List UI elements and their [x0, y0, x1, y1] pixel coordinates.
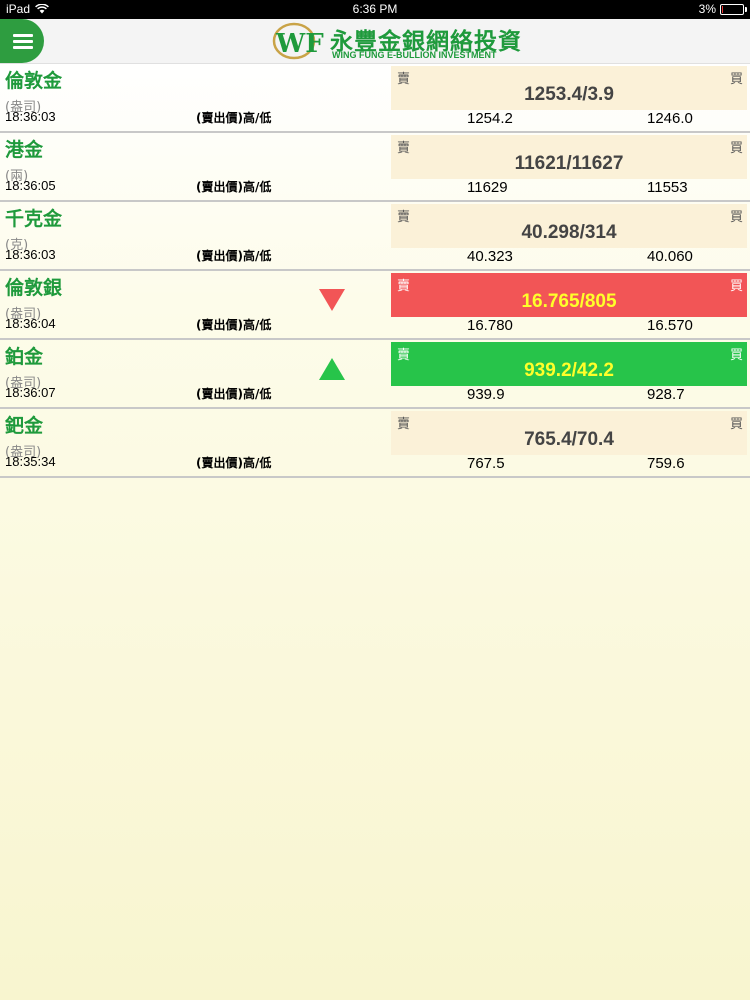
low-price: 16.570 [647, 317, 693, 334]
high-price: 1254.2 [467, 110, 513, 127]
quote-time: 18:36:04 [5, 316, 56, 331]
hamburger-icon-line [13, 46, 33, 49]
clock: 6:36 PM [352, 2, 398, 16]
high-low-label: (賣出價)高/低 [196, 111, 272, 125]
price-box[interactable]: 賣買 1253.4/3.9 [391, 66, 747, 110]
status-bar: iPad 6:36 PM 3% [0, 0, 750, 19]
quote-list: 倫敦金 (盎司) 18:36:03 (賣出價)高/低賣買 1253.4/3.9 1254.… [0, 64, 750, 478]
logo-mark-icon: WF [272, 22, 324, 60]
battery-icon [720, 3, 747, 15]
high-low-label: (賣出價)高/低 [196, 456, 272, 470]
price-box[interactable]: 賣買 16.765/805 [391, 273, 747, 317]
logo-english-text: WING FUNG E-BULLION INVESTMENT [332, 50, 497, 60]
brand-logo: WF 永豐金銀網絡投資 WING FUNG E-BULLION INVESTME… [272, 21, 522, 61]
high-price: 11629 [467, 179, 508, 196]
quote-row[interactable]: 倫敦金 (盎司) 18:36:03 (賣出價)高/低賣買 1253.4/3.9 1254.… [0, 64, 750, 133]
high-price: 40.323 [467, 248, 513, 265]
low-price: 1246.0 [647, 110, 693, 127]
bid-ask-price: 939.2/42.2 [524, 360, 614, 381]
menu-button[interactable] [0, 19, 44, 63]
price-box[interactable]: 賣買 40.298/314 [391, 204, 747, 248]
instrument-name: 倫敦銀 [5, 277, 63, 299]
low-price: 928.7 [647, 386, 685, 403]
instrument-name: 鈀金 [5, 415, 44, 437]
bid-ask-price: 16.765/805 [521, 291, 617, 312]
quote-row[interactable]: 千克金 (克) 18:36:03 (賣出價)高/低賣買 40.298/314 40.323… [0, 202, 750, 271]
quote-row[interactable]: 鉑金 (盎司) 18:36:07 (賣出價)高/低賣買 939.2/42.2 939.9 9… [0, 340, 750, 409]
low-price: 11553 [647, 179, 688, 196]
high-low-label: (賣出價)高/低 [196, 387, 272, 401]
high-low-label: (賣出價)高/低 [196, 180, 272, 194]
instrument-name: 倫敦金 [5, 70, 63, 92]
quote-time: 18:35:34 [5, 454, 56, 469]
price-box[interactable]: 賣買 11621/11627 [391, 135, 747, 179]
hamburger-icon [13, 34, 33, 37]
down-arrow-icon [319, 289, 345, 311]
up-arrow-icon [319, 358, 345, 380]
quote-time: 18:36:07 [5, 385, 56, 400]
low-price: 759.6 [647, 455, 685, 472]
price-box[interactable]: 賣買 765.4/70.4 [391, 411, 747, 455]
instrument-name: 鉑金 [5, 346, 44, 368]
svg-text:WF: WF [275, 29, 324, 59]
low-price: 40.060 [647, 248, 693, 265]
bid-ask-price: 765.4/70.4 [524, 429, 614, 450]
high-price: 767.5 [467, 455, 505, 472]
quote-row[interactable]: 鈀金 (盎司) 18:35:34 (賣出價)高/低賣買 765.4/70.4 767.5 7… [0, 409, 750, 478]
quote-time: 18:36:05 [5, 178, 56, 193]
bid-ask-price: 11621/11627 [514, 153, 624, 174]
quote-row[interactable]: 港金 (兩) 18:36:05 (賣出價)高/低賣買 11621/11627 11629 1… [0, 133, 750, 202]
high-low-label: (賣出價)高/低 [196, 318, 272, 332]
bid-ask-price: 40.298/314 [521, 222, 617, 243]
battery-percent: 3% [698, 2, 716, 16]
high-low-label: (賣出價)高/低 [196, 249, 272, 263]
bid-ask-price: 1253.4/3.9 [524, 84, 614, 105]
quote-row[interactable]: 倫敦銀 (盎司) 18:36:04 (賣出價)高/低賣買 16.765/805 16.78… [0, 271, 750, 340]
app-header: WF 永豐金銀網絡投資 WING FUNG E-BULLION INVESTME… [0, 19, 750, 64]
quote-time: 18:36:03 [5, 109, 56, 124]
quote-time: 18:36:03 [5, 247, 56, 262]
instrument-name: 千克金 [5, 208, 63, 230]
high-price: 939.9 [467, 386, 505, 403]
instrument-name: 港金 [5, 139, 44, 161]
price-box[interactable]: 賣買 939.2/42.2 [391, 342, 747, 386]
high-price: 16.780 [467, 317, 513, 334]
hamburger-icon-line [13, 40, 33, 43]
